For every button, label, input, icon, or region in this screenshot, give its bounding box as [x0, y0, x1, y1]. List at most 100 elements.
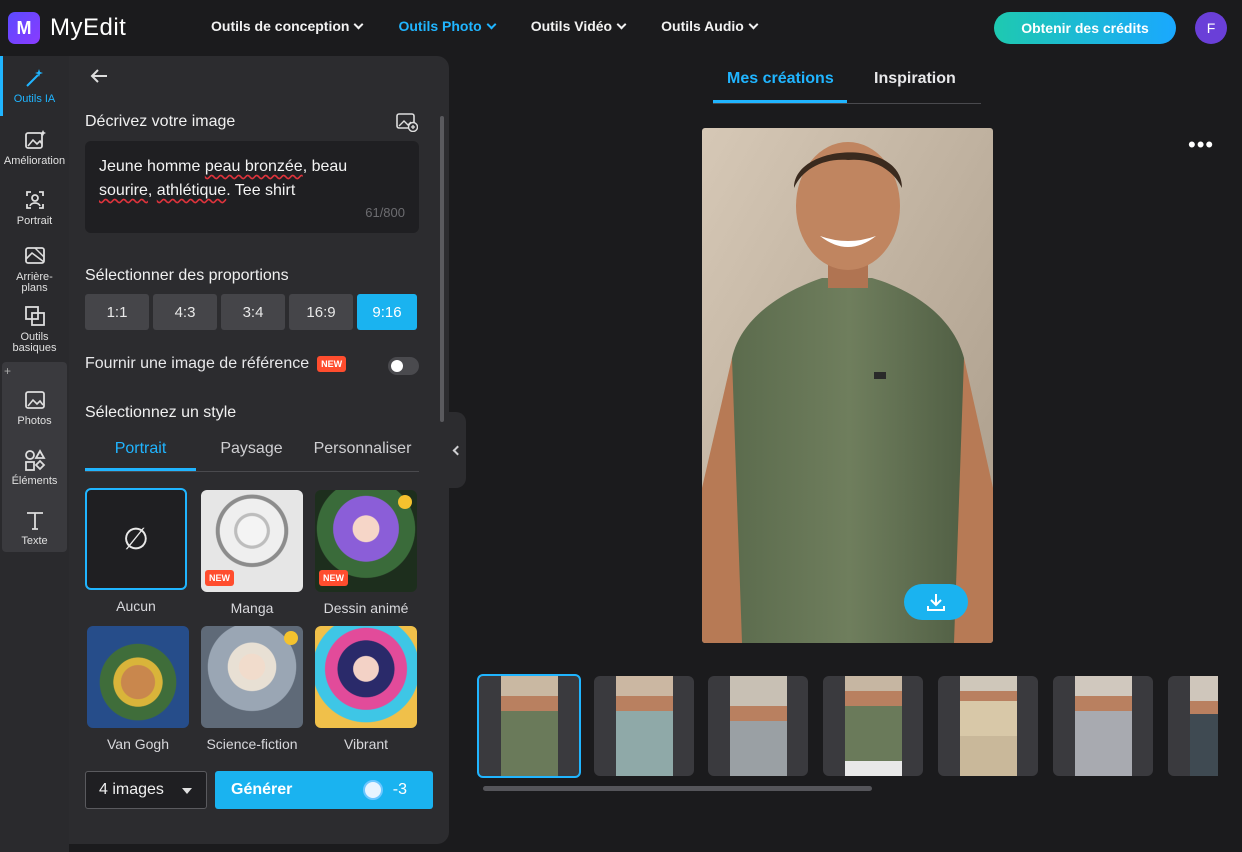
thumbnail-image: [1075, 676, 1132, 776]
nav-video-tools[interactable]: Outils Vidéo: [531, 18, 627, 34]
style-label: Science-fiction: [206, 736, 298, 752]
crop-icon: [24, 306, 45, 326]
left-tool-rail: + Outils IA Amélioration Portrait Arrièr…: [0, 56, 69, 852]
rail-label: Texte: [21, 535, 48, 547]
chevron-down-icon: [748, 19, 759, 29]
image-upload-icon[interactable]: [396, 112, 418, 132]
thumbnail-image: [845, 676, 902, 776]
generate-label: Générer: [231, 781, 293, 798]
style-card-vibrant[interactable]: Vibrant: [315, 626, 417, 752]
myedit-app: M MyEdit Outils de conception Outils Pho…: [0, 0, 1242, 852]
prompt-textarea[interactable]: Jeune homme peau bronzée, beau sourire, a…: [85, 141, 419, 233]
nav-label: Outils Audio: [661, 18, 744, 34]
style-card-cartoon[interactable]: NEW Dessin animé: [315, 490, 417, 616]
rail-label: Éléments: [11, 475, 58, 487]
rail-item-portrait[interactable]: Portrait: [0, 188, 69, 227]
image-count-select[interactable]: 4 images: [85, 771, 207, 809]
caret-down-icon: [182, 788, 192, 794]
rail-item-ai-tools[interactable]: Outils IA: [0, 66, 69, 105]
get-credits-button[interactable]: Obtenir des crédits: [994, 12, 1176, 44]
style-tabs: Portrait Paysage Personnaliser: [85, 436, 419, 472]
image-icon: [24, 391, 45, 409]
plus-icon[interactable]: +: [4, 364, 11, 378]
ratio-title: Sélectionner des proportions: [85, 267, 289, 284]
tab-portrait[interactable]: Portrait: [85, 436, 196, 471]
describe-title: Décrivez votre image: [85, 113, 236, 130]
tab-my-creations[interactable]: Mes créations: [727, 70, 834, 88]
result-thumbnail[interactable]: [477, 674, 581, 778]
style-label: Manga: [230, 600, 274, 616]
rail-item-elements[interactable]: Éléments: [0, 448, 69, 487]
cartoon-thumbnail: NEW: [315, 490, 417, 592]
thumbnail-scrollbar[interactable]: [483, 786, 872, 791]
style-title: Sélectionnez un style: [85, 404, 237, 421]
crown-icon: [284, 631, 298, 645]
rail-item-backgrounds[interactable]: Arrière-plans: [0, 244, 69, 294]
character-counter: 61/800: [365, 205, 405, 220]
image-count-value: 4 images: [99, 781, 164, 798]
reference-toggle[interactable]: [388, 357, 419, 375]
text-icon: [26, 512, 43, 530]
prompt-text: Jeune homme: [99, 158, 205, 175]
generate-button[interactable]: Générer -3: [215, 771, 433, 809]
more-options-icon[interactable]: •••: [1188, 134, 1214, 156]
chevron-left-icon: [452, 445, 463, 455]
credit-coin-icon: [362, 780, 383, 800]
style-card-van-gogh[interactable]: Van Gogh: [87, 626, 189, 752]
style-card-manga[interactable]: NEW Manga: [201, 490, 303, 616]
ratio-option[interactable]: 16:9: [289, 294, 353, 330]
rail-label: Arrière-plans: [16, 271, 53, 294]
panel-scrollbar[interactable]: [440, 116, 444, 422]
style-label: Van Gogh: [106, 736, 169, 752]
magic-wand-icon: [25, 69, 43, 87]
chevron-down-icon: [354, 19, 364, 29]
rail-item-enhance[interactable]: Amélioration: [0, 128, 69, 167]
result-thumbnail[interactable]: [823, 676, 923, 776]
ratio-option[interactable]: 3:4: [221, 294, 285, 330]
nav-audio-tools[interactable]: Outils Audio: [661, 18, 759, 34]
result-thumbnail[interactable]: [1168, 676, 1218, 776]
collapse-panel-button[interactable]: [449, 412, 466, 488]
download-button[interactable]: [904, 584, 968, 620]
nav-design-tools[interactable]: Outils de conception: [211, 18, 364, 34]
main-nav: Outils de conception Outils Photo Outils…: [211, 18, 759, 34]
style-card-sci-fi[interactable]: Science-fiction: [201, 626, 303, 752]
new-badge: NEW: [317, 356, 347, 372]
rail-item-photos[interactable]: Photos: [0, 388, 69, 427]
generated-image-preview: [702, 128, 993, 643]
result-thumbnail[interactable]: [594, 676, 694, 776]
cost-value: -3: [392, 781, 407, 798]
user-avatar[interactable]: F: [1195, 12, 1227, 44]
result-thumbnail[interactable]: [708, 676, 808, 776]
rail-item-text[interactable]: Texte: [0, 508, 69, 547]
van-gogh-thumbnail: [87, 626, 189, 728]
prompt-text-misspelled: peau bronzée: [204, 158, 303, 175]
rail-label: Amélioration: [3, 155, 66, 167]
tab-custom[interactable]: Personnaliser: [307, 436, 418, 471]
prompt-text: , beau: [302, 158, 348, 175]
generate-cost: -3: [362, 780, 407, 800]
tab-inspiration[interactable]: Inspiration: [874, 70, 956, 88]
tab-landscape[interactable]: Paysage: [196, 436, 307, 471]
chevron-down-icon: [486, 19, 497, 29]
reference-label: Fournir une image de référence: [85, 355, 310, 372]
result-thumbnail[interactable]: [938, 676, 1038, 776]
result-thumbnail[interactable]: [1053, 676, 1153, 776]
rail-item-basic-tools[interactable]: Outils basiques: [0, 304, 69, 354]
chevron-down-icon: [616, 19, 627, 29]
prompt-text-misspelled: sourire: [99, 182, 148, 199]
prompt-text: . Tee shirt: [226, 182, 296, 199]
crown-icon: [398, 495, 412, 509]
back-arrow-icon[interactable]: [89, 68, 109, 84]
none-icon: ∅: [85, 488, 187, 590]
thumbnail-image: [730, 676, 787, 776]
ratio-option-selected[interactable]: 9:16: [357, 294, 417, 330]
active-tab-underline: [713, 100, 847, 103]
ratio-option[interactable]: 1:1: [85, 294, 149, 330]
nav-photo-tools[interactable]: Outils Photo: [398, 18, 497, 34]
nav-label: Outils Photo: [398, 18, 482, 34]
style-card-none[interactable]: ∅ Aucun: [85, 488, 187, 614]
enhance-image-icon: [24, 130, 46, 149]
app-logo[interactable]: M MyEdit: [8, 12, 126, 44]
ratio-option[interactable]: 4:3: [153, 294, 217, 330]
